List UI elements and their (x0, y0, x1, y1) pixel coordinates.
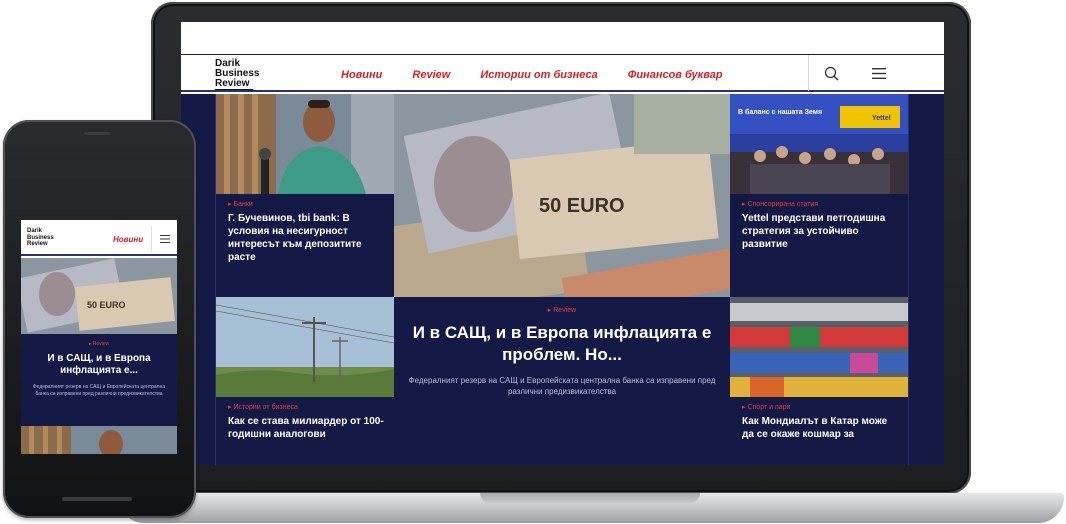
supermarket-shelf-photo (730, 297, 908, 397)
category-text: Review (92, 341, 110, 347)
site-header: Darik Business Review Новини Review Исто… (181, 54, 944, 92)
laptop-screen: Darik Business Review Новини Review Исто… (181, 22, 944, 465)
article-card-yettel[interactable]: В баланс с нашата Земя Yettel ▸ Спонсори… (730, 94, 908, 294)
category-text: Спонсорирана статия (747, 201, 819, 208)
category-label[interactable]: ▸ Спорт и пари (742, 403, 790, 411)
featured-category[interactable]: ▸ Review (394, 306, 730, 314)
brand-text: Yettel (872, 115, 891, 122)
category-text: Review (553, 307, 577, 314)
phone-content: 50 EURO ▸ Review И в САЩ, и в Европа инф… (21, 258, 177, 454)
hamburger-menu-icon[interactable] (160, 235, 170, 243)
laptop-notch (480, 493, 700, 503)
phone-speaker (84, 132, 110, 135)
featured-title[interactable]: И в САЩ, и в Европа инфлацията е проблем… (394, 322, 730, 366)
phone-header: Darik Business Review Новини (21, 220, 177, 256)
banknote-label: 50 EURO (539, 195, 625, 217)
category-text: Банки (233, 201, 253, 208)
article-grid: ▸ Банки Г. Бучевинов, tbi bank: В услови… (181, 94, 944, 465)
category-text: Истории от бизнеса (233, 404, 298, 411)
featured-banknotes-image[interactable]: 50 EURO (394, 94, 730, 297)
phone-nav-news[interactable]: Новини (113, 235, 143, 244)
phone-interview-thumbnail[interactable] (21, 426, 177, 454)
phone-featured-title[interactable]: И в САЩ, и в Европа инфлацията е... (29, 353, 169, 377)
article-title[interactable]: Как Мондиалът в Катар може да се окаже к… (742, 415, 898, 443)
grid-line (908, 94, 909, 465)
main-nav: Новини Review Истории от бизнеса Финансо… (341, 69, 753, 81)
nav-business-stories[interactable]: Истории от бизнеса (480, 69, 597, 81)
article-card-world-cup[interactable]: ▸ Спорт и пари Как Мондиалът в Катар мож… (730, 297, 908, 465)
category-label[interactable]: ▸ Банки (228, 200, 253, 208)
hamburger-menu-icon[interactable] (872, 68, 886, 79)
conference-photo: В баланс с нашата Земя Yettel (730, 94, 908, 194)
search-icon[interactable] (824, 66, 839, 81)
article-card-banks[interactable]: ▸ Банки Г. Бучевинов, tbi bank: В услови… (216, 94, 394, 294)
phone-home-bar (62, 497, 132, 501)
article-title[interactable]: Как се става милиардер от 100-годишни ан… (228, 415, 384, 443)
article-title[interactable]: Г. Бучевинов, tbi bank: В условия на нес… (228, 212, 384, 264)
phone-featured-description: Федералният резерв на САЩ и Европейската… (32, 384, 166, 397)
category-text: Спорт и пари (747, 404, 791, 411)
power-lines-photo (216, 297, 394, 397)
logo-line: Review (215, 79, 253, 90)
nav-financial-primer[interactable]: Финансов буквар (628, 69, 723, 81)
phone-header-divider (151, 226, 152, 252)
interview-photo (216, 94, 394, 194)
header-divider (808, 55, 809, 91)
category-label[interactable]: ▸ Спонсорирана статия (742, 200, 818, 208)
phone-screen: Darik Business Review Новини 50 EURO ▸ R… (21, 220, 177, 454)
phone-logo[interactable]: Darik Business Review (27, 228, 54, 248)
logo-line: Review (27, 241, 48, 247)
phone-featured-image[interactable]: 50 EURO (21, 258, 177, 334)
category-label[interactable]: ▸ Истории от бизнеса (228, 403, 298, 411)
phone-featured-category[interactable]: ▸ Review (21, 341, 177, 347)
nav-review[interactable]: Review (412, 69, 450, 81)
banknote-label: 50 EURO (87, 300, 126, 310)
featured-description: Федералният резерв на САЩ и Европейската… (408, 376, 716, 396)
site-logo[interactable]: Darik Business Review (215, 59, 275, 90)
nav-news[interactable]: Новини (341, 69, 382, 81)
banner-text: В баланс с нашата Земя (738, 108, 822, 116)
article-card-billionaire[interactable]: ▸ Истории от бизнеса Как се става милиар… (216, 297, 394, 465)
article-title[interactable]: Yettel представи петгодишна стратегия за… (742, 212, 898, 251)
